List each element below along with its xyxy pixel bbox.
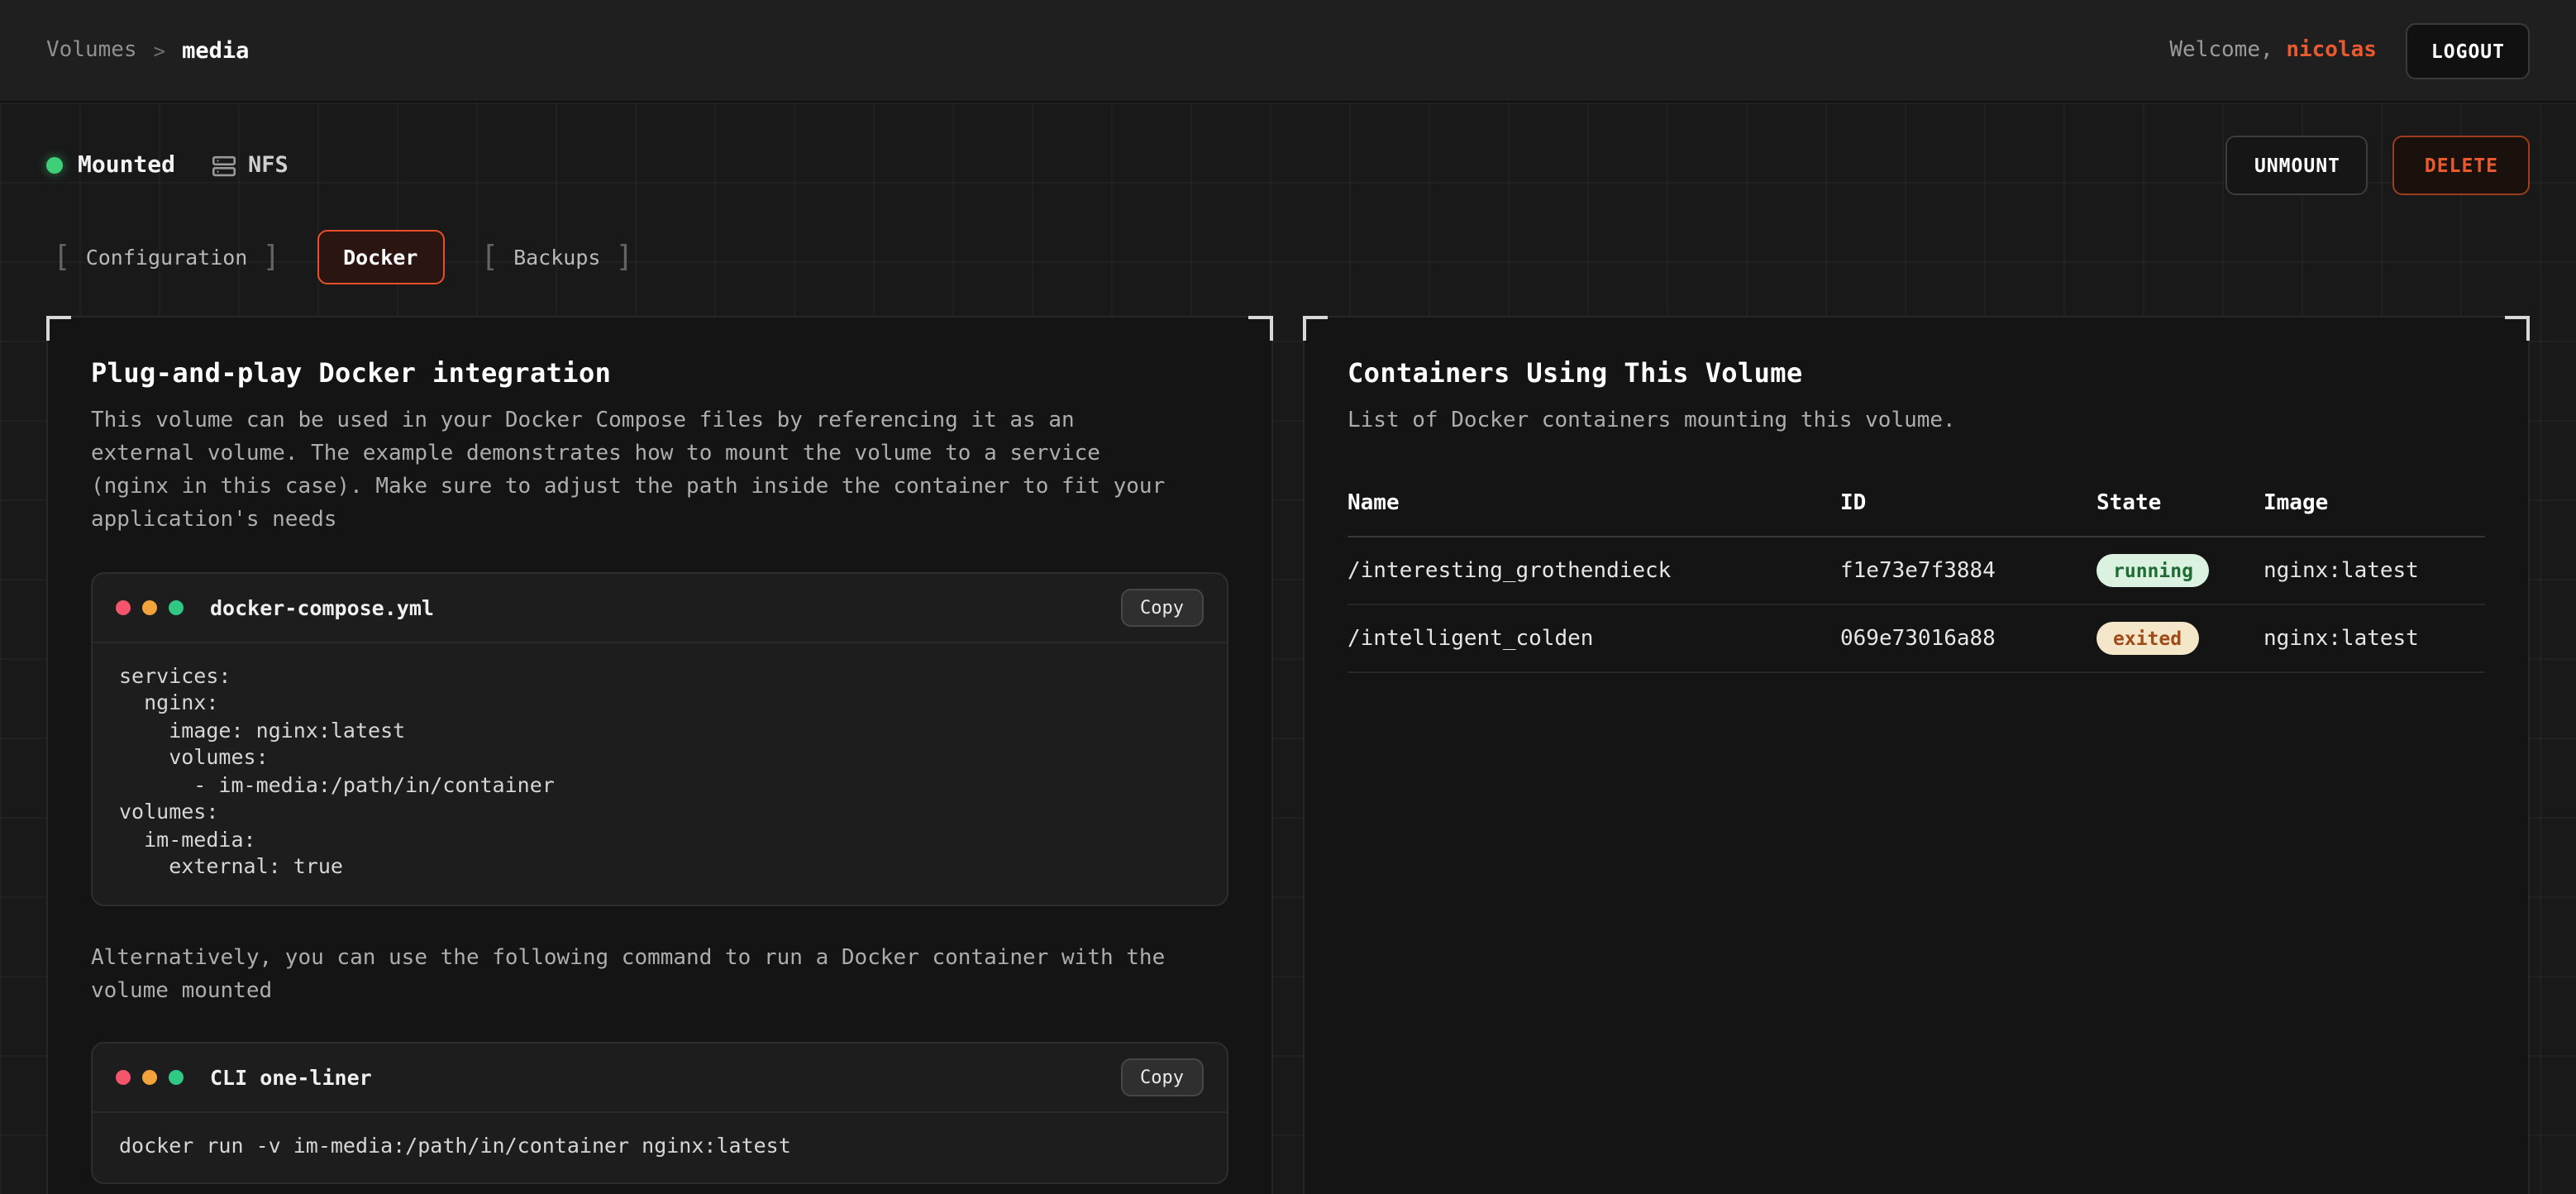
cli-intro-text: Alternatively, you can use the following… — [91, 942, 1185, 1009]
cli-code-content: docker run -v im-media:/path/in/containe… — [93, 1113, 1227, 1183]
table-row: /interesting_grothendieck f1e73e7f3884 r… — [1348, 537, 2485, 605]
status-row: Mounted NFS UNMOUNT DELETE — [46, 136, 2530, 195]
corner-bracket-decoration — [1303, 316, 1328, 341]
breadcrumb-separator-icon: > — [154, 39, 165, 62]
column-header-state: State — [2097, 491, 2264, 516]
container-id: f1e73e7f3884 — [1840, 558, 2097, 583]
delete-button[interactable]: DELETE — [2393, 136, 2530, 195]
mounted-status-label: Mounted — [78, 152, 175, 179]
docker-panel-title: Plug-and-play Docker integration — [91, 357, 1228, 389]
cli-code-header: CLI one-liner Copy — [93, 1044, 1227, 1113]
welcome-text: Welcome, nicolas — [2169, 38, 2377, 63]
container-state-badge: running — [2097, 554, 2210, 587]
topbar-right: Welcome, nicolas LOGOUT — [2169, 22, 2530, 79]
cli-copy-button[interactable]: Copy — [1120, 1058, 1204, 1096]
container-name: /interesting_grothendieck — [1348, 558, 1840, 583]
username: nicolas — [2286, 38, 2377, 63]
window-dot-yellow-icon — [142, 599, 157, 614]
welcome-prefix: Welcome, — [2169, 38, 2273, 63]
unmount-button[interactable]: UNMOUNT — [2226, 136, 2368, 195]
tab-bar: Configuration Docker Backups — [46, 228, 2530, 286]
column-header-name: Name — [1348, 491, 1840, 516]
cli-code-block: CLI one-liner Copy docker run -v im-medi… — [91, 1042, 1228, 1185]
breadcrumb-volumes-link[interactable]: Volumes — [46, 38, 137, 63]
tab-backups[interactable]: Backups — [474, 228, 640, 286]
container-state-badge: exited — [2097, 622, 2198, 655]
docker-panel-description: This volume can be used in your Docker C… — [91, 405, 1185, 538]
window-dot-green-icon — [169, 1070, 184, 1085]
topbar: Volumes > media Welcome, nicolas LOGOUT — [0, 0, 2576, 103]
main-content: Mounted NFS UNMOUNT DELETE Configuration — [0, 103, 2576, 1194]
containers-panel-subtitle: List of Docker containers mounting this … — [1348, 405, 2442, 438]
nfs-server-icon — [212, 153, 236, 178]
containers-panel-title: Containers Using This Volume — [1348, 357, 2485, 389]
compose-copy-button[interactable]: Copy — [1120, 588, 1204, 626]
corner-bracket-decoration — [1248, 316, 1273, 341]
container-name: /intelligent_colden — [1348, 626, 1840, 651]
corner-bracket-decoration — [2505, 316, 2530, 341]
corner-bracket-decoration — [46, 316, 71, 341]
tab-docker-label: Docker — [343, 245, 417, 270]
container-id: 069e73016a88 — [1840, 626, 2097, 651]
tab-configuration[interactable]: Configuration — [46, 228, 287, 286]
tab-backups-label: Backups — [513, 245, 600, 270]
compose-filename: docker-compose.yml — [210, 595, 434, 619]
window-dot-red-icon — [116, 599, 131, 614]
table-row: /intelligent_colden 069e73016a88 exited … — [1348, 605, 2485, 673]
volume-actions: UNMOUNT DELETE — [2226, 136, 2530, 195]
container-image: nginx:latest — [2264, 558, 2485, 583]
tab-docker[interactable]: Docker — [317, 230, 444, 284]
mounted-status-dot-icon — [46, 157, 63, 174]
panels-row: Plug-and-play Docker integration This vo… — [46, 316, 2530, 1194]
logout-button[interactable]: LOGOUT — [2407, 22, 2530, 79]
breadcrumb: Volumes > media — [46, 37, 249, 64]
driver-indicator: NFS — [212, 152, 289, 179]
compose-code-header: docker-compose.yml Copy — [93, 573, 1227, 642]
cli-filename: CLI one-liner — [210, 1065, 372, 1090]
app-window: Volumes > media Welcome, nicolas LOGOUT … — [0, 0, 2576, 1194]
driver-label: NFS — [248, 152, 289, 179]
container-image: nginx:latest — [2264, 626, 2485, 651]
containers-table: Name ID State Image /interesting_grothen… — [1348, 478, 2485, 673]
docker-integration-panel: Plug-and-play Docker integration This vo… — [46, 316, 1273, 1194]
window-dot-green-icon — [169, 599, 184, 614]
column-header-image: Image — [2264, 491, 2485, 516]
containers-panel: Containers Using This Volume List of Doc… — [1303, 316, 2530, 1194]
compose-code-block: docker-compose.yml Copy services: nginx:… — [91, 571, 1228, 905]
containers-table-header: Name ID State Image — [1348, 478, 2485, 537]
window-dot-yellow-icon — [142, 1070, 157, 1085]
window-dot-red-icon — [116, 1070, 131, 1085]
breadcrumb-current-page: media — [182, 37, 249, 64]
compose-code-content: services: nginx: image: nginx:latest vol… — [93, 642, 1227, 904]
column-header-id: ID — [1840, 491, 2097, 516]
tab-configuration-label: Configuration — [86, 245, 248, 270]
